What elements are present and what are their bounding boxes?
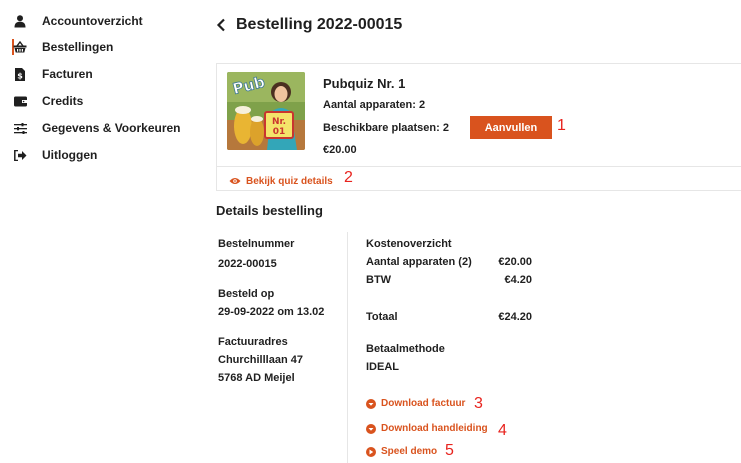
annotation-1: 1 [557,117,566,134]
product-price: €20.00 [323,144,357,156]
order-number-value: 2022-00015 [218,258,277,270]
annotation-4: 4 [498,422,507,439]
page-header: Bestelling 2022-00015 [216,13,402,37]
product-title: Pubquiz Nr. 1 [323,76,406,91]
costs-title: Kostenoverzicht [366,238,452,250]
person-icon [12,14,28,28]
annotation-5: 5 [445,442,454,459]
sidebar-item-facturen[interactable]: $ Facturen [12,65,93,83]
invoice-icon: $ [12,67,28,81]
sidebar-item-accountoverzicht[interactable]: Accountoverzicht [12,12,143,30]
svg-text:$: $ [17,71,23,80]
ordered-on-label: Besteld op [218,288,275,300]
card-divider [217,166,741,167]
play-demo-link[interactable]: Speel demo [366,446,437,457]
product-seats: Beschikbare plaatsen: 2 [323,122,449,134]
quiz-details-label: Bekijk quiz details [246,175,333,187]
cost-row-label: BTW [366,274,392,286]
quiz-details-link[interactable]: Bekijk quiz details [229,172,333,190]
sidebar: Accountoverzicht Bestellingen $ Facturen… [0,0,190,463]
download-arrow-icon [366,423,376,434]
sliders-icon [12,121,28,135]
sidebar-item-gegevens-voorkeuren[interactable]: Gegevens & Voorkeuren [12,119,181,137]
order-number-label: Bestelnummer [218,238,295,250]
cost-row-value: €4.20 [504,274,532,286]
sidebar-item-label: Accountoverzicht [42,14,143,28]
download-invoice-label: Download factuur [381,398,466,409]
back-chevron-icon[interactable] [216,15,230,35]
payment-method-label: Betaalmethode [366,343,445,355]
basket-icon [12,40,28,54]
sidebar-item-label: Facturen [42,67,93,81]
payment-method-value: IDEAL [366,361,399,373]
address-line2: 5768 AD Meijel [218,372,295,384]
cost-row-label: Aantal apparaten (2) [366,256,472,268]
download-invoice-link[interactable]: Download factuur [366,398,465,409]
annotation-3: 3 [474,395,483,412]
download-arrow-icon [366,398,376,409]
ordered-on-value: 29-09-2022 om 13.02 [218,306,325,318]
cost-row-value: €20.00 [498,256,532,268]
page-title: Bestelling 2022-00015 [236,16,403,33]
aanvullen-button[interactable]: Aanvullen [470,116,552,139]
play-demo-label: Speel demo [381,446,438,457]
wallet-icon [12,94,28,108]
invoice-address-label: Factuuradres [218,336,288,348]
sidebar-item-label: Uitloggen [42,148,98,162]
sidebar-item-label: Bestellingen [42,40,114,54]
sidebar-item-uitloggen[interactable]: Uitloggen [12,146,97,164]
play-icon [366,446,376,457]
eye-icon [229,172,241,190]
total-value: €24.20 [498,311,532,323]
sidebar-item-bestellingen[interactable]: Bestellingen [12,38,113,56]
address-line1: Churchilllaan 47 [218,354,303,366]
download-manual-link[interactable]: Download handleiding [366,423,488,434]
sidebar-item-label: Credits [42,94,84,108]
product-card: Nr. 01 Pub Pubquiz Nr. 1 Aantal apparate… [216,63,741,191]
logout-icon [12,148,28,162]
product-devices: Aantal apparaten: 2 [323,99,426,111]
total-label: Totaal [366,311,398,323]
sidebar-item-credits[interactable]: Credits [12,92,83,110]
annotation-2: 2 [344,169,353,186]
thumb-badge-line2: 01 [273,127,286,137]
product-thumbnail: Nr. 01 Pub [227,72,305,150]
details-divider [347,232,348,463]
thumb-badge-line1: Nr. [272,117,286,127]
details-section-title: Details bestelling [216,203,323,218]
sidebar-item-label: Gegevens & Voorkeuren [42,121,181,135]
download-manual-label: Download handleiding [381,423,488,434]
